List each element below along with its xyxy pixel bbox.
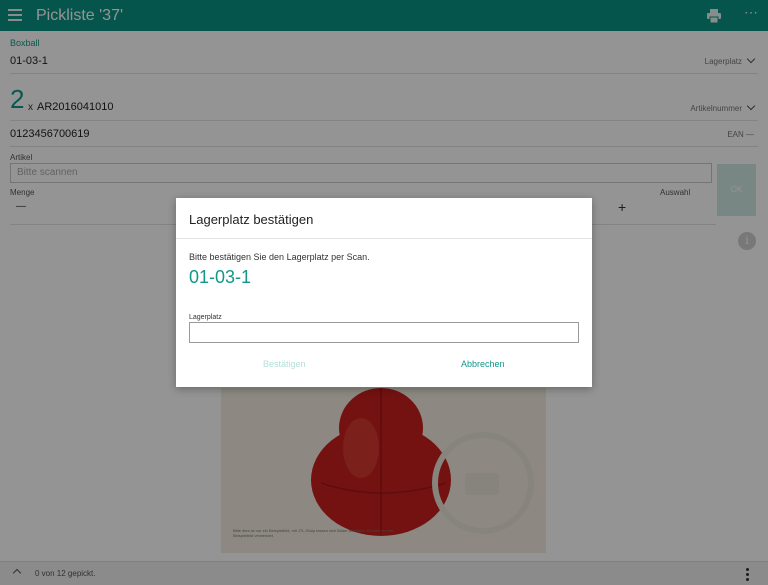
dialog-divider — [176, 238, 592, 239]
dialog-title: Lagerplatz bestätigen — [189, 212, 314, 227]
dialog-message: Bitte bestätigen Sie den Lagerplatz per … — [189, 252, 370, 262]
dialog-location-value: 01-03-1 — [189, 267, 252, 287]
confirm-button[interactable]: Bestätigen — [263, 359, 306, 369]
lagerplatz-field-label: Lagerplatz — [189, 314, 222, 321]
cancel-button[interactable]: Abbrechen — [461, 359, 505, 369]
confirm-location-dialog: Lagerplatz bestätigen Bitte bestätigen S… — [176, 198, 592, 387]
lagerplatz-input[interactable] — [189, 322, 579, 343]
